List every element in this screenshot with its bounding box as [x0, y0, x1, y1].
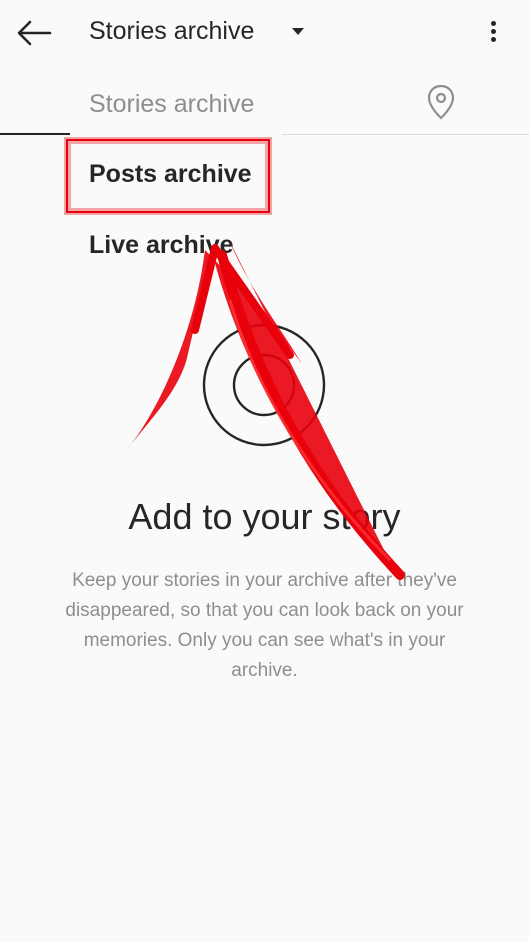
more-options-button[interactable] — [480, 18, 506, 48]
empty-state-description: Keep your stories in your archive after … — [65, 570, 464, 681]
archive-clock-icon — [202, 323, 326, 447]
app-bar: Stories archive — [0, 0, 529, 66]
caret-down-icon[interactable] — [292, 28, 304, 35]
map-pin-icon — [427, 84, 455, 120]
dropdown-item-live-archive[interactable]: Live archive — [89, 231, 234, 260]
dropdown-item-stories-archive[interactable]: Stories archive — [89, 90, 254, 119]
more-vertical-icon — [490, 21, 496, 26]
back-button[interactable] — [14, 14, 54, 54]
arrow-left-icon — [17, 20, 52, 46]
page-title[interactable]: Stories archive — [89, 17, 254, 46]
empty-state-title: Add to your story — [128, 496, 401, 537]
tab-indicator — [0, 133, 70, 135]
annotation-highlight-box — [66, 139, 270, 213]
tab-location[interactable] — [424, 82, 458, 122]
